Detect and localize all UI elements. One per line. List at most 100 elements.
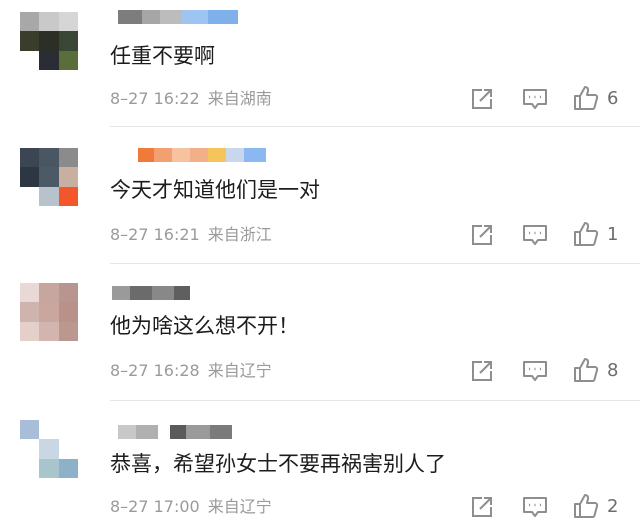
username-pixel: [160, 10, 182, 24]
username-pixel: [158, 425, 170, 439]
username-pixel: [170, 425, 186, 439]
divider: [110, 263, 640, 264]
username-pixel: [182, 10, 208, 24]
avatar-pixel: [20, 167, 40, 187]
avatar-pixel: [20, 186, 40, 206]
like-count: 2: [607, 495, 619, 517]
reply-button[interactable]: [521, 492, 549, 522]
username-pixel: [174, 286, 190, 300]
comment-time: 8–27 16:21: [110, 225, 200, 244]
reply-button[interactable]: [521, 220, 549, 250]
avatar-pixel: [58, 420, 78, 440]
comment-time: 8–27 16:28: [110, 361, 200, 380]
avatar-pixel: [20, 458, 40, 478]
avatar-pixel: [58, 31, 78, 51]
divider: [110, 400, 640, 401]
comment-text: 任重不要啊: [110, 44, 215, 68]
avatar-pixel: [39, 31, 59, 51]
username-blurred[interactable]: [112, 278, 190, 300]
reply-button[interactable]: [521, 356, 549, 386]
avatar[interactable]: [20, 283, 78, 341]
username-pixel: [152, 286, 174, 300]
share-icon: [469, 359, 495, 383]
avatar[interactable]: [20, 148, 78, 206]
comment-time: 8–27 17:00: [110, 497, 200, 516]
avatar-pixel: [58, 12, 78, 32]
avatar-pixel: [20, 50, 40, 70]
avatar-pixel: [39, 321, 59, 341]
divider: [110, 126, 640, 127]
username-pixel: [118, 425, 136, 439]
avatar-pixel: [20, 420, 40, 440]
username-pixel: [138, 148, 154, 162]
avatar-pixel: [20, 148, 40, 168]
comment-icon: [521, 87, 549, 111]
like-count: 1: [607, 223, 619, 245]
like-button[interactable]: 2: [573, 491, 618, 521]
thumbs-up-icon: [573, 85, 599, 111]
comment-icon: [521, 495, 549, 519]
like-count: 8: [607, 359, 619, 381]
comment-meta: 8–27 16:21 来自浙江: [110, 224, 272, 246]
comment-text: 恭喜，希望孙女士不要再祸害别人了: [110, 452, 446, 476]
like-count: 6: [607, 87, 619, 109]
avatar-pixel: [39, 420, 59, 440]
username-pixel: [210, 425, 232, 439]
avatar-pixel: [39, 186, 59, 206]
comment-meta: 8–27 16:28 来自辽宁: [110, 360, 272, 382]
thumbs-up-icon: [573, 221, 599, 247]
avatar-pixel: [39, 148, 59, 168]
username-blurred[interactable]: [118, 2, 238, 24]
share-button[interactable]: [469, 220, 495, 250]
username-pixel: [244, 148, 266, 162]
username-pixel: [136, 425, 158, 439]
avatar-pixel: [58, 186, 78, 206]
avatar-pixel: [20, 302, 40, 322]
avatar-pixel: [20, 12, 40, 32]
comment-location: 来自浙江: [207, 225, 272, 244]
avatar[interactable]: [20, 420, 78, 478]
avatar-pixel: [20, 439, 40, 459]
avatar-pixel: [20, 321, 40, 341]
avatar-pixel: [58, 50, 78, 70]
thumbs-up-icon: [573, 493, 599, 519]
username-pixel: [186, 425, 210, 439]
avatar-pixel: [39, 439, 59, 459]
avatar-pixel: [20, 283, 40, 303]
username-blurred[interactable]: [138, 140, 266, 162]
username-pixel: [208, 10, 238, 24]
avatar-pixel: [39, 50, 59, 70]
comment-text: 他为啥这么想不开！: [110, 314, 299, 338]
share-button[interactable]: [469, 84, 495, 114]
avatar[interactable]: [20, 12, 78, 70]
avatar-pixel: [58, 439, 78, 459]
thumbs-up-icon: [573, 357, 599, 383]
share-icon: [469, 87, 495, 111]
avatar-pixel: [39, 167, 59, 187]
comment-icon: [521, 223, 549, 247]
comment-icon: [521, 359, 549, 383]
username-pixel: [190, 148, 208, 162]
comment-location: 来自辽宁: [207, 497, 272, 516]
like-button[interactable]: 6: [573, 83, 618, 113]
comment-meta: 8–27 16:22 来自湖南: [110, 88, 272, 110]
comment-text: 今天才知道他们是一对: [110, 178, 320, 202]
avatar-pixel: [58, 167, 78, 187]
avatar-pixel: [39, 283, 59, 303]
share-button[interactable]: [469, 356, 495, 386]
like-button[interactable]: 8: [573, 355, 618, 385]
username-pixel: [172, 148, 190, 162]
avatar-pixel: [39, 302, 59, 322]
username-blurred[interactable]: [118, 417, 232, 439]
username-pixel: [118, 10, 142, 24]
like-button[interactable]: 1: [573, 219, 618, 249]
share-icon: [469, 223, 495, 247]
share-icon: [469, 495, 495, 519]
avatar-pixel: [20, 31, 40, 51]
username-pixel: [154, 148, 172, 162]
comment-time: 8–27 16:22: [110, 89, 200, 108]
reply-button[interactable]: [521, 84, 549, 114]
username-pixel: [142, 10, 160, 24]
avatar-pixel: [58, 283, 78, 303]
share-button[interactable]: [469, 492, 495, 522]
